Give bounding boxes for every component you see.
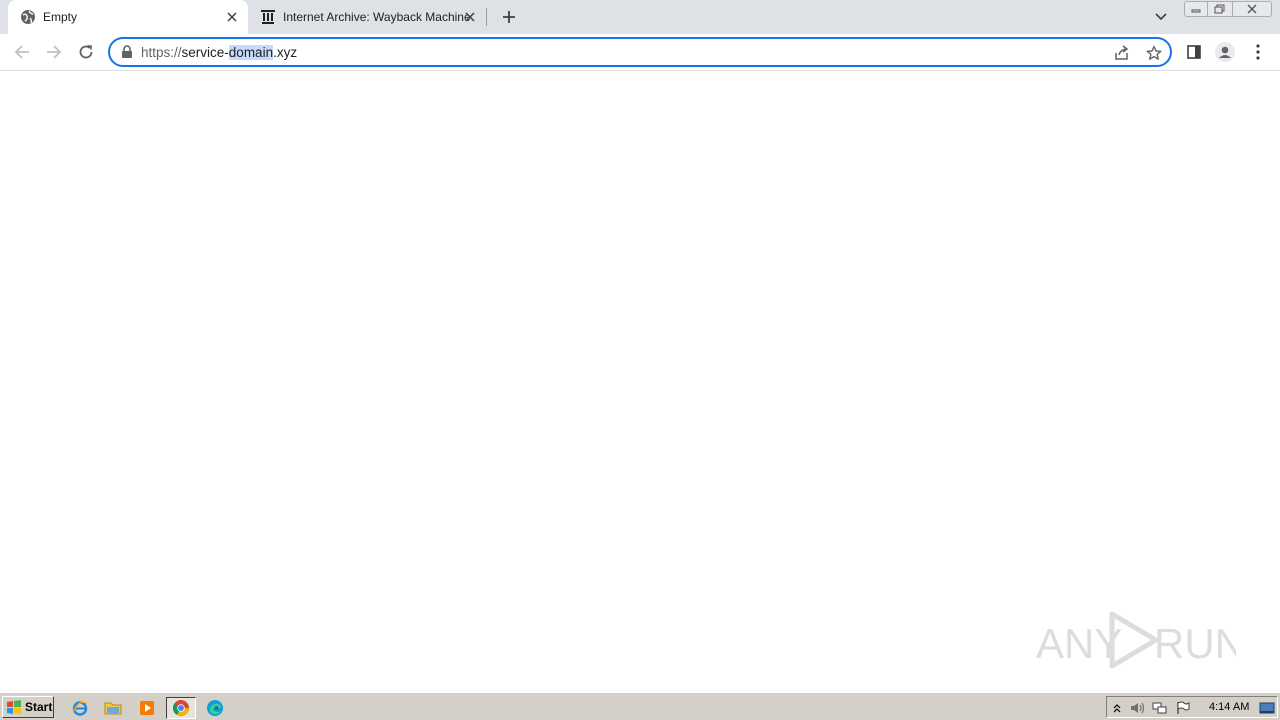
profile-avatar-icon [1215,42,1235,62]
edge-icon[interactable] [204,697,226,719]
chrome-icon[interactable] [166,697,196,719]
tab-title: Empty [43,10,78,24]
more-vertical-icon [1256,44,1260,60]
show-desktop-icon[interactable] [1259,700,1275,716]
url-selected-text: domain [228,45,274,60]
show-hidden-icons-icon[interactable] [1109,700,1125,716]
reload-icon [79,45,93,59]
tab-strip: Empty Internet Archive: Wayback Machine [0,0,1280,34]
globe-icon [20,9,36,25]
start-button[interactable]: Start [2,696,54,718]
close-tab-icon[interactable] [224,9,240,25]
url-scheme: https:// [141,45,182,60]
plus-icon [503,11,515,23]
arrow-left-icon [14,45,29,59]
tab-wayback-machine[interactable]: Internet Archive: Wayback Machine [248,0,486,34]
side-panel-icon [1187,45,1201,59]
close-window-button[interactable] [1232,1,1272,17]
reload-button[interactable] [76,42,96,62]
bookmark-star-icon[interactable] [1145,44,1163,62]
windows-taskbar: Start 4:14 AM [0,692,1280,720]
tab-separator [486,8,487,26]
restore-icon [1214,4,1225,14]
media-player-icon[interactable] [136,697,158,719]
url-host-end: .xyz [273,45,298,60]
tab-search-button[interactable] [1151,7,1171,27]
address-bar[interactable]: https://service-domain.xyz [108,37,1172,67]
lock-icon[interactable] [121,45,135,59]
back-button[interactable] [12,42,32,62]
forward-button[interactable] [44,42,64,62]
tab-empty[interactable]: Empty [8,0,248,34]
tab-title: Internet Archive: Wayback Machine [283,10,471,24]
profile-button[interactable] [1215,42,1235,62]
side-panel-button[interactable] [1184,42,1204,62]
file-explorer-icon[interactable] [102,697,124,719]
watermark-text-right: RUN [1154,620,1236,667]
action-center-flag-icon[interactable] [1175,700,1191,716]
minimize-icon [1191,9,1201,13]
start-label: Start [25,700,53,714]
new-tab-button[interactable] [499,7,519,27]
volume-icon[interactable] [1129,700,1145,716]
network-icon[interactable] [1152,700,1168,716]
taskbar-clock[interactable]: 4:14 AM [1209,701,1249,713]
url-host-start: service- [181,45,229,60]
page-content [0,72,1280,692]
menu-button[interactable] [1248,42,1268,62]
chevron-down-icon [1155,13,1167,21]
close-icon [1247,4,1257,14]
internet-archive-icon [260,9,276,25]
watermark-text-left: ANY [1036,620,1122,667]
anyrun-watermark: ANY RUN [1036,608,1245,672]
internet-explorer-icon[interactable] [69,697,91,719]
windows-logo-icon [7,700,21,714]
close-tab-icon[interactable] [462,9,478,25]
url-text[interactable]: https://service-domain.xyz [141,45,297,60]
share-icon[interactable] [1113,44,1131,62]
system-tray: 4:14 AM [1106,696,1278,718]
arrow-right-icon [47,45,62,59]
browser-toolbar: https://service-domain.xyz [0,34,1280,71]
minimize-button[interactable] [1184,1,1208,17]
restore-button[interactable] [1208,1,1232,17]
